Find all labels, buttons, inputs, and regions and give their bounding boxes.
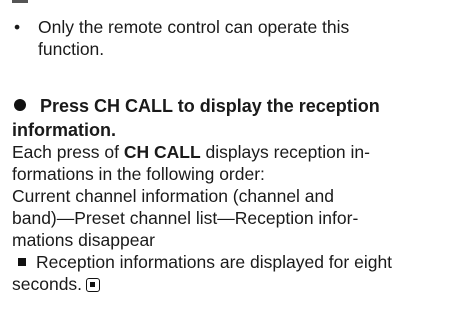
step-heading-line-1: Press CH CALL to display the reception	[12, 94, 458, 118]
description-line-3: Current channel information (channel and	[12, 186, 334, 206]
step-heading-line-2: information.	[12, 120, 116, 140]
ch-call-label: CH CALL	[123, 142, 201, 162]
description-line-5: mations disappear	[12, 230, 155, 250]
remote-only-note: • Only the remote control can operate th…	[12, 16, 452, 60]
step-bullet-icon	[14, 99, 26, 111]
step-heading: Press CH CALL to display the reception i…	[12, 94, 458, 142]
note-line-2: function.	[38, 39, 105, 59]
description-line-1: Each press of CH CALL displays reception…	[12, 141, 458, 163]
duration-note-line-2: seconds.	[12, 273, 458, 295]
duration-note-line-1: Reception informations are displayed for…	[36, 252, 393, 272]
description-line-2: formations in the following order:	[12, 164, 265, 184]
square-bullet-icon	[18, 258, 26, 266]
bullet-icon: •	[14, 17, 21, 37]
note-row: • Only the remote control can operate th…	[12, 16, 452, 60]
note-text: Only the remote control can operate this…	[38, 16, 452, 60]
description-suffix: displays reception in-	[200, 142, 370, 162]
note-line-1: Only the remote control can operate this	[38, 17, 350, 37]
step-description: Each press of CH CALL displays reception…	[12, 141, 458, 295]
step-heading-text-1: Press CH CALL to display the reception	[40, 96, 380, 116]
display-duration-note: Reception informations are displayed for…	[12, 251, 458, 273]
description-prefix: Each press of	[12, 142, 124, 162]
duration-note-text-2: seconds.	[12, 274, 83, 294]
end-of-section-icon	[86, 278, 101, 292]
description-line-4: band)—Preset channel list—Reception info…	[12, 208, 359, 228]
cropped-text-fragment	[12, 0, 28, 3]
